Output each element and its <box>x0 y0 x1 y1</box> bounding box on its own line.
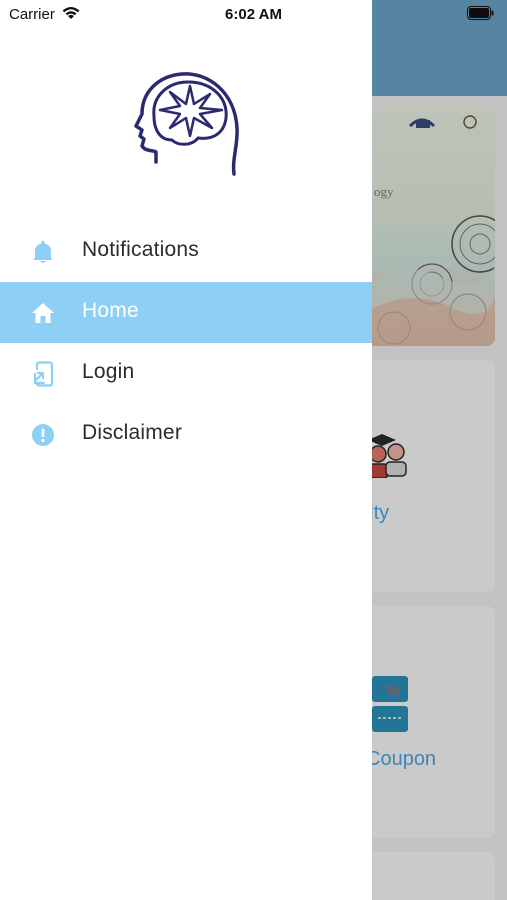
menu-label-login: Login <box>82 360 135 383</box>
menu-item-notifications[interactable]: Notifications <box>0 221 372 282</box>
login-icon <box>30 361 56 387</box>
navigation-drawer: Carrier Notifications Home Login Disclai… <box>0 0 372 900</box>
home-icon <box>30 300 56 326</box>
menu-item-login[interactable]: Login <box>0 343 372 404</box>
menu-label-home: Home <box>82 299 139 322</box>
status-time: 6:02 AM <box>225 6 282 23</box>
bell-icon <box>30 239 56 265</box>
menu-label-disclaimer: Disclaimer <box>82 421 183 444</box>
menu-item-home[interactable]: Home <box>0 282 372 343</box>
alert-circle-icon <box>30 422 56 448</box>
brain-head-logo-icon <box>134 72 239 176</box>
menu-label-notifications: Notifications <box>82 238 199 261</box>
drawer-menu: Notifications Home Login Disclaimer <box>0 221 372 465</box>
menu-item-disclaimer[interactable]: Disclaimer <box>0 404 372 465</box>
